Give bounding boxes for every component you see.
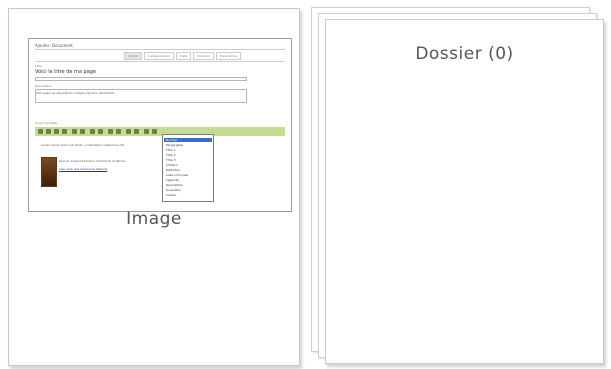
thumb-tab: Paramètres bbox=[215, 52, 242, 60]
thumb-dropdown-item: Description bbox=[166, 183, 184, 187]
folder-card-label: Dossier (0) bbox=[415, 44, 514, 64]
thumb-tool-icon bbox=[98, 129, 103, 134]
thumb-dropdown-item: Paragraphe bbox=[166, 143, 184, 147]
thumb-tool-icon bbox=[46, 129, 51, 134]
thumb-tool-icon bbox=[108, 129, 113, 134]
thumb-dropdown-item: Insérer bbox=[166, 193, 177, 197]
thumb-title-caption: Titre bbox=[35, 64, 42, 68]
thumb-tool-icon bbox=[90, 129, 95, 134]
thumb-tool-icon bbox=[72, 129, 77, 134]
thumb-dropdown-item: Sous-titre bbox=[166, 188, 181, 192]
thumb-title-field bbox=[35, 77, 247, 81]
thumb-tool-icon bbox=[144, 129, 149, 134]
thumb-tool-icon bbox=[126, 129, 131, 134]
thumb-dropdown-item: Citation bbox=[166, 163, 178, 167]
thumb-dropdown-item: Normal bbox=[164, 138, 212, 142]
thumb-tool-icon bbox=[54, 129, 59, 134]
thumb-tool-icon bbox=[80, 129, 85, 134]
thumb-title-value: Voici le titre de ma page bbox=[35, 69, 97, 75]
thumb-dropdown-item: Légende bbox=[166, 178, 179, 182]
thumb-link: Lien vers une ressource externe bbox=[59, 167, 108, 171]
thumb-tab: Date bbox=[176, 52, 192, 60]
thumb-tab: Défaut bbox=[124, 52, 143, 60]
thumb-description-field bbox=[35, 89, 247, 103]
folder-card[interactable]: Dossier (0) bbox=[325, 19, 604, 364]
thumb-dropdown-item: Titre 2 bbox=[166, 153, 176, 157]
image-card-label: Image bbox=[126, 209, 182, 229]
thumb-editor-toolbar bbox=[35, 127, 285, 136]
thumb-embedded-photo bbox=[41, 157, 57, 187]
thumb-dropdown-item: Titre 3 bbox=[166, 158, 176, 162]
thumb-divider bbox=[35, 61, 285, 62]
thumb-tool-icon bbox=[134, 129, 139, 134]
thumb-body-text-2: Sed do eiusmod tempor incididunt ut labo… bbox=[59, 159, 126, 163]
thumb-tabs: Défaut Catégorisation Date Création Paramètr… bbox=[124, 52, 243, 60]
thumb-tab: Création bbox=[193, 52, 214, 60]
thumb-tool-icon bbox=[38, 129, 43, 134]
thumb-tool-icon bbox=[116, 129, 121, 134]
thumb-body-caption: Corps du texte bbox=[35, 121, 58, 125]
image-thumbnail: Ajouter: Document Défaut Catégorisation Da… bbox=[28, 38, 292, 212]
thumb-divider bbox=[35, 49, 285, 50]
thumb-tab: Catégorisation bbox=[144, 52, 175, 60]
thumb-tool-icon bbox=[62, 129, 67, 134]
thumb-body-text: Lorem ipsum dolor sit amet, consectetur … bbox=[41, 143, 125, 147]
thumb-dropdown-item: Titre 1 bbox=[166, 148, 176, 152]
thumb-description-caption: Description bbox=[35, 84, 53, 88]
thumb-dropdown-item: Liste ordonnée bbox=[166, 173, 189, 177]
image-card[interactable]: Ajouter: Document Défaut Catégorisation Da… bbox=[8, 8, 300, 366]
thumb-format-dropdown: Normal Paragraphe Titre 1 Titre 2 Titre … bbox=[162, 134, 214, 202]
thumb-window-title: Ajouter: Document bbox=[35, 43, 73, 48]
thumb-tool-icon bbox=[152, 129, 157, 134]
thumb-dropdown-item: Définition bbox=[166, 168, 181, 172]
